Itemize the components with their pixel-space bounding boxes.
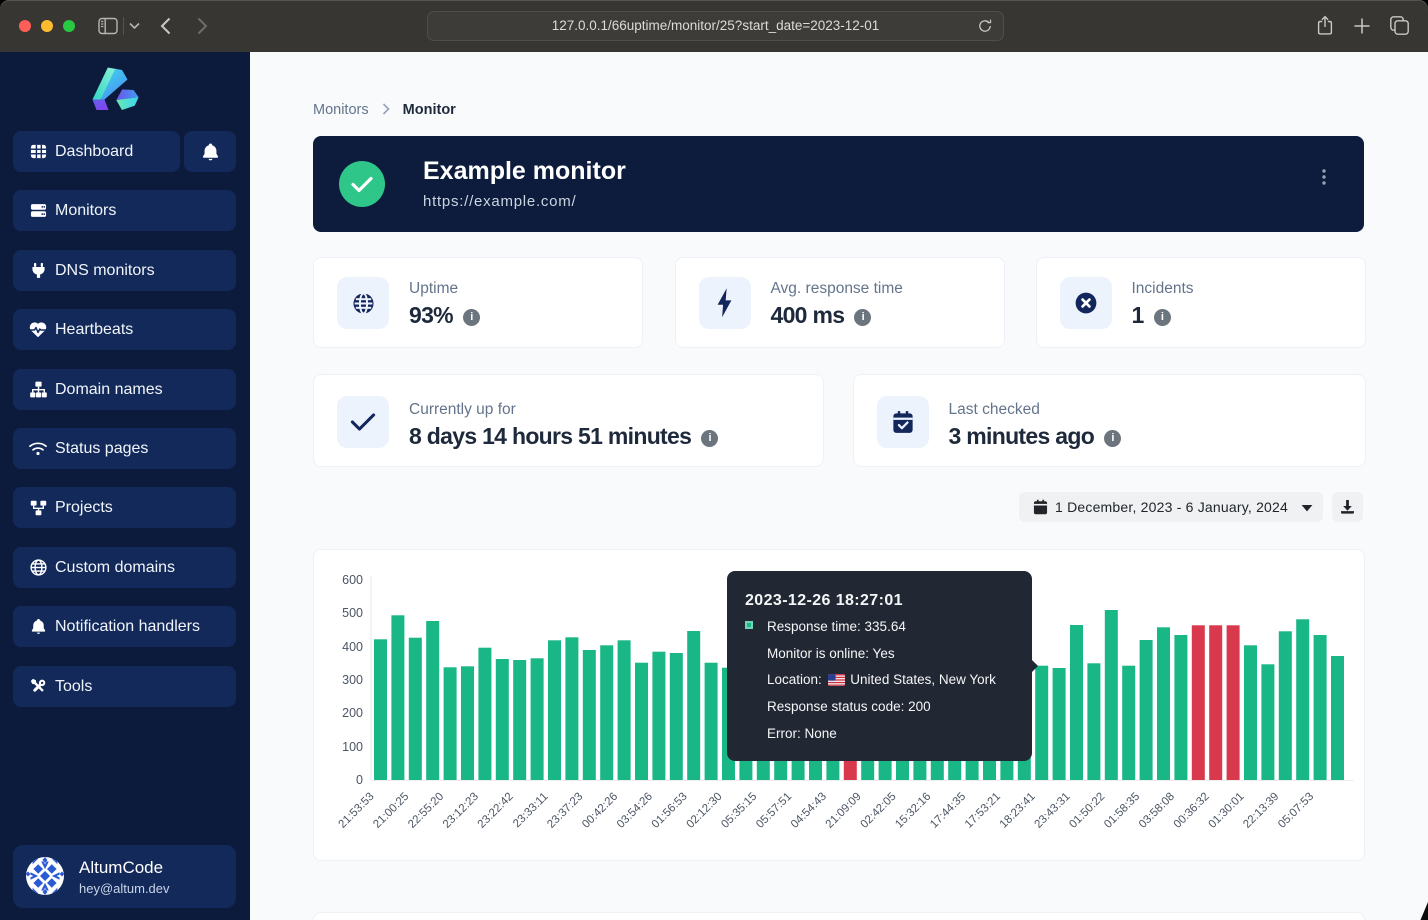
svg-text:18:23:41: 18:23:41 <box>998 791 1038 831</box>
svg-text:17:53:21: 17:53:21 <box>963 791 1003 831</box>
svg-text:21:09:09: 21:09:09 <box>824 791 864 831</box>
svg-text:600: 600 <box>342 573 363 587</box>
svg-text:17:44:35: 17:44:35 <box>928 791 968 831</box>
svg-text:05:35:15: 05:35:15 <box>719 791 759 831</box>
svg-text:22:13:39: 22:13:39 <box>1241 791 1281 831</box>
svg-text:300: 300 <box>342 673 363 687</box>
svg-text:02:42:05: 02:42:05 <box>858 791 898 831</box>
svg-text:03:58:08: 03:58:08 <box>1137 791 1177 831</box>
svg-text:23:37:23: 23:37:23 <box>545 791 585 831</box>
svg-text:400: 400 <box>342 640 363 654</box>
svg-text:00:42:26: 00:42:26 <box>580 791 620 831</box>
svg-text:02:12:30: 02:12:30 <box>684 791 724 831</box>
svg-text:100: 100 <box>342 740 363 754</box>
svg-text:200: 200 <box>342 706 363 720</box>
svg-text:03:54:26: 03:54:26 <box>615 791 655 831</box>
svg-text:23:43:31: 23:43:31 <box>1032 791 1072 831</box>
svg-text:05:57:51: 05:57:51 <box>754 791 794 831</box>
svg-text:01:56:53: 01:56:53 <box>650 791 690 831</box>
svg-text:05:07:53: 05:07:53 <box>1276 791 1316 831</box>
svg-text:23:22:42: 23:22:42 <box>476 791 516 831</box>
svg-text:15:32:16: 15:32:16 <box>893 791 933 831</box>
svg-text:01:58:35: 01:58:35 <box>1102 791 1142 831</box>
svg-text:21:00:25: 21:00:25 <box>371 791 411 831</box>
svg-text:01:50:22: 01:50:22 <box>1067 791 1107 831</box>
svg-text:23:33:11: 23:33:11 <box>511 791 551 831</box>
svg-text:0: 0 <box>356 773 363 787</box>
svg-text:22:55:20: 22:55:20 <box>406 791 446 831</box>
svg-text:01:30:01: 01:30:01 <box>1206 791 1246 831</box>
svg-text:04:54:43: 04:54:43 <box>789 791 829 831</box>
svg-text:00:36:32: 00:36:32 <box>1172 791 1212 831</box>
svg-text:21:53:53: 21:53:53 <box>336 791 376 831</box>
svg-text:500: 500 <box>342 606 363 620</box>
svg-text:23:12:23: 23:12:23 <box>441 791 481 831</box>
